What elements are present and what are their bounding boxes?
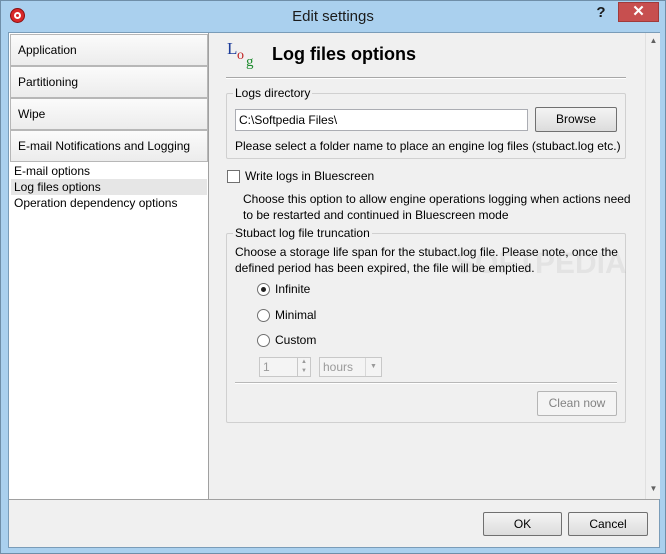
title-bar[interactable]: Edit settings ? ✕ [1, 1, 665, 32]
truncation-separator [235, 382, 617, 384]
chevron-down-icon[interactable]: ▼ [365, 358, 381, 376]
radio-custom[interactable] [257, 334, 270, 347]
logs-directory-group: Logs directory C:\Softpedia Files\ Brows… [226, 86, 626, 159]
truncation-legend: Stubact log file truncation [233, 226, 372, 240]
window-title: Edit settings [292, 8, 374, 25]
custom-duration-spinner[interactable]: 1 ▲ ▼ [259, 357, 311, 377]
radio-minimal[interactable] [257, 309, 270, 322]
category-email-notifications-logging[interactable]: E-mail Notifications and Logging [10, 130, 208, 162]
duration-unit-value: hours [323, 360, 354, 374]
category-wipe[interactable]: Wipe [10, 98, 208, 130]
subitem-email-options[interactable]: E-mail options [11, 163, 207, 179]
footer-separator [9, 499, 659, 500]
duration-unit-select[interactable]: hours ▼ [319, 357, 382, 377]
spin-down-icon[interactable]: ▼ [298, 367, 310, 376]
scroll-up-icon[interactable]: ▲ [649, 36, 658, 45]
radio-infinite-label[interactable]: Infinite [275, 281, 310, 297]
radio-infinite[interactable] [257, 283, 270, 296]
close-button[interactable]: ✕ [618, 2, 659, 22]
spin-up-icon[interactable]: ▲ [298, 358, 310, 367]
content-scrollbar[interactable]: ▲ ▼ [645, 33, 660, 499]
bluescreen-description: Choose this option to allow engine opera… [243, 192, 631, 222]
title-separator [226, 77, 626, 79]
bluescreen-checkbox[interactable] [227, 170, 240, 183]
page-title: Log files options [272, 44, 416, 64]
settings-sidebar: Application Partitioning Wipe E-mail Not… [9, 33, 209, 499]
settings-content: Log Log files options Logs directory C:\… [210, 33, 645, 499]
scroll-down-icon[interactable]: ▼ [649, 484, 658, 493]
softpedia-watermark: SOFTPEDIA [455, 247, 627, 280]
logs-directory-hint: Please select a folder name to place an … [235, 139, 621, 153]
logs-directory-legend: Logs directory [233, 86, 313, 100]
radio-custom-label[interactable]: Custom [275, 332, 316, 348]
edit-settings-window: Edit settings ? ✕ Application Partitioni… [0, 0, 666, 554]
browse-button[interactable]: Browse [535, 107, 617, 132]
clean-now-button[interactable]: Clean now [537, 391, 617, 416]
category-application[interactable]: Application [10, 34, 208, 66]
logs-directory-input[interactable]: C:\Softpedia Files\ [235, 109, 528, 131]
subitem-operation-dependency-options[interactable]: Operation dependency options [11, 195, 207, 211]
cancel-button[interactable]: Cancel [568, 512, 648, 536]
custom-duration-value: 1 [263, 360, 270, 374]
help-button[interactable]: ? [589, 4, 613, 24]
subitem-log-files-options[interactable]: Log files options [11, 179, 207, 195]
radio-minimal-label[interactable]: Minimal [275, 307, 316, 323]
dialog-client-area: Application Partitioning Wipe E-mail Not… [8, 32, 660, 548]
log-icon: Log [227, 39, 254, 70]
category-partitioning[interactable]: Partitioning [10, 66, 208, 98]
ok-button[interactable]: OK [483, 512, 562, 536]
spinner-arrows[interactable]: ▲ ▼ [297, 358, 310, 376]
bluescreen-label[interactable]: Write logs in Bluescreen [245, 168, 374, 184]
